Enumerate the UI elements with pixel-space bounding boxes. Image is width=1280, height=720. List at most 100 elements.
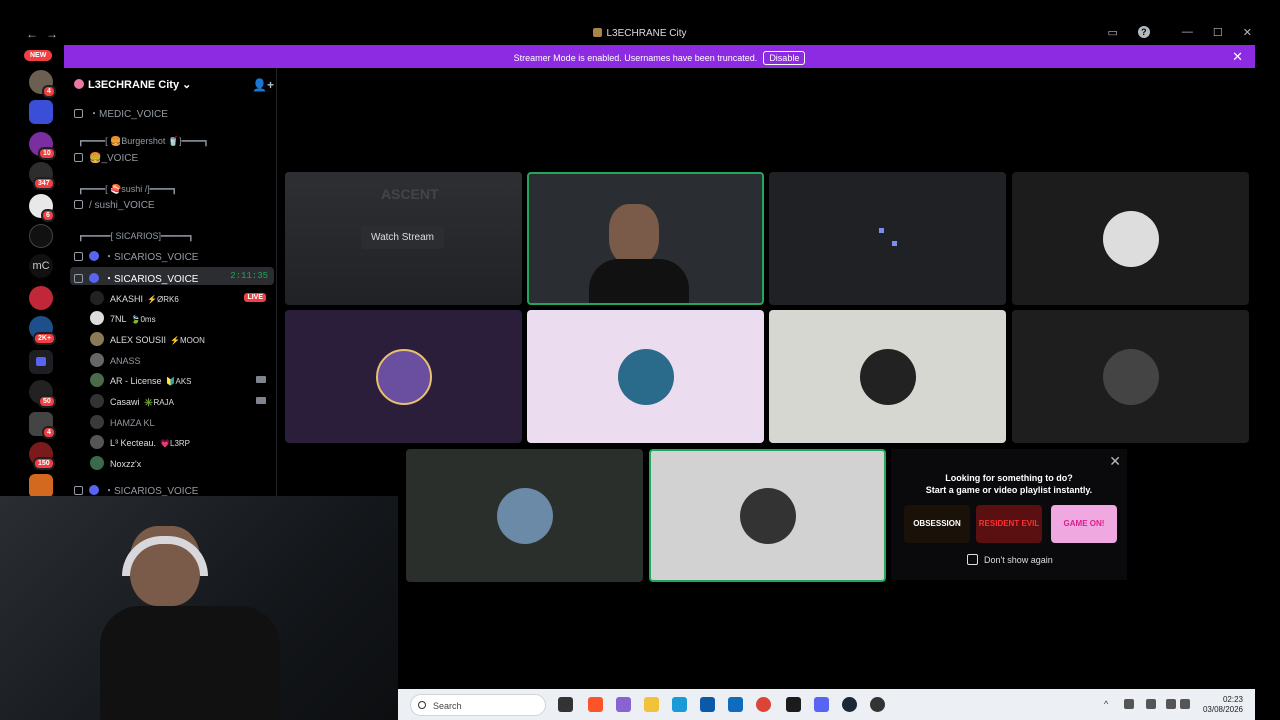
app-icon[interactable] [786, 697, 801, 712]
maximize-button[interactable]: ☐ [1213, 26, 1223, 39]
voice-channel-active[interactable]: ・SICARIOS_VOICE 2:11:35 [70, 267, 274, 285]
server-badge: 4 [42, 426, 56, 439]
activity-card[interactable]: OBSESSION [904, 505, 970, 543]
outlook-icon[interactable] [728, 697, 743, 712]
channel-category[interactable]: ┏━━━━━[ SICARIOS]━━━━━┓ [78, 231, 194, 242]
video-tile-loading[interactable] [769, 172, 1006, 305]
steam-icon[interactable] [842, 697, 857, 712]
help-icon[interactable]: ? [1137, 26, 1150, 38]
inbox-icon[interactable]: ▭ [1108, 26, 1118, 39]
user-tile-speaking[interactable] [649, 449, 886, 582]
member-tag: ⚡MOON [170, 336, 205, 345]
voice-channel[interactable]: / sushi_VOICE [74, 200, 274, 218]
server-icon [593, 28, 603, 37]
disable-streamer-mode-button[interactable]: Disable [763, 51, 806, 65]
task-view-icon[interactable] [558, 697, 573, 712]
live-badge: LIVE [244, 293, 266, 302]
discord-icon[interactable] [814, 697, 829, 712]
watch-stream-button[interactable]: Watch Stream [361, 226, 444, 249]
lock-icon [74, 200, 83, 209]
voice-member[interactable]: AKASHI ⚡ØRK6 LIVE [90, 291, 270, 309]
voice-member[interactable]: Noxzz'x [90, 456, 270, 474]
avatar [90, 311, 104, 325]
minimize-button[interactable]: — [1182, 26, 1193, 39]
voice-member[interactable]: ANASS [90, 353, 270, 371]
server-badge: 10 [38, 147, 56, 160]
checkbox[interactable] [967, 554, 978, 565]
member-name: AR - License [110, 376, 162, 386]
streamer-mode-banner: Streamer Mode is enabled. Usernames have… [64, 45, 1255, 68]
user-tile[interactable] [527, 310, 764, 443]
wifi-icon[interactable] [1166, 699, 1176, 709]
user-tile[interactable] [285, 310, 522, 443]
network-icon[interactable] [1124, 699, 1134, 709]
invite-icon[interactable]: 👤+ [252, 78, 274, 92]
close-window-button[interactable]: ✕ [1243, 26, 1252, 39]
loading-icon [892, 241, 897, 246]
server-icon-6[interactable] [29, 224, 53, 248]
chrome-icon[interactable] [756, 697, 771, 712]
file-explorer-icon[interactable] [644, 697, 659, 712]
channel-name: 🍔_VOICE [89, 153, 139, 164]
channel-category[interactable]: ┏━━━━[ 🍔Burgershot 🥤]━━━━┓ [78, 136, 209, 147]
server-icon-2[interactable] [29, 100, 53, 124]
avatar [90, 332, 104, 346]
voice-icon [89, 251, 99, 261]
channel-category[interactable]: ┏━━━━[ 🍣sushi /]━━━━┓ [78, 184, 177, 195]
server-badge: 2K+ [33, 332, 57, 345]
guild-icon [74, 79, 84, 89]
stream-tile[interactable]: ASCENT Watch Stream [285, 172, 522, 305]
guild-header[interactable]: L3ECHRANE City ⌄ 👤+ [74, 78, 274, 96]
voice-icon [89, 485, 99, 495]
server-icon-8[interactable] [29, 286, 53, 310]
activity-card[interactable]: GAME ON! [1051, 505, 1117, 543]
user-tile[interactable] [1012, 172, 1249, 305]
volume-icon[interactable] [1180, 699, 1190, 709]
avatar [1102, 348, 1159, 405]
voice-icon [89, 273, 99, 283]
activity-card[interactable]: RESIDENT EVIL [976, 505, 1042, 543]
voice-member[interactable]: 7NL 🍃0ms [90, 311, 270, 329]
voice-member[interactable]: Casawi ✳️RAJA [90, 394, 270, 412]
clock[interactable]: 02:23 03/08/2026 [1203, 695, 1243, 715]
voice-channel[interactable]: ・SICARIOS_VOICE [74, 248, 274, 266]
server-badge: 150 [33, 457, 55, 470]
store-icon[interactable] [700, 697, 715, 712]
app-icon[interactable] [870, 697, 885, 712]
folder-icon[interactable] [29, 350, 53, 374]
taskbar: Search ^ 02:23 03/08/2026 [398, 689, 1255, 720]
channel-name: ・SICARIOS_VOICE [104, 252, 199, 263]
voice-member[interactable]: ALEX SOUSII ⚡MOON [90, 332, 270, 350]
close-icon[interactable]: ✕ [1109, 453, 1121, 470]
lock-icon [74, 252, 83, 261]
edge-icon[interactable] [672, 697, 687, 712]
avatar [90, 435, 104, 449]
voice-member[interactable]: L³ Kecteau. 💗L3RP [90, 435, 270, 453]
server-badge: 50 [38, 395, 56, 408]
user-tile[interactable] [1012, 310, 1249, 443]
avatar [617, 348, 674, 405]
brave-icon[interactable] [588, 697, 603, 712]
title-bar: ←→ L3ECHRANE City ▭ ? — ☐ ✕ [0, 24, 1280, 44]
avatar [90, 373, 104, 387]
server-icon-14[interactable] [29, 474, 53, 498]
search-box[interactable]: Search [410, 694, 546, 716]
copilot-icon[interactable] [616, 697, 631, 712]
activity-heading: Looking for something to do? [945, 473, 1073, 483]
chevron-up-icon[interactable]: ^ [1104, 699, 1114, 709]
voice-member[interactable]: HAMZA KL [90, 415, 270, 433]
server-icon-mc[interactable]: mC [29, 254, 53, 278]
user-tile[interactable] [769, 310, 1006, 443]
user-tile[interactable] [406, 449, 643, 582]
member-tag: 💗L3RP [160, 439, 191, 448]
loading-icon [879, 228, 884, 233]
channel-sidebar: L3ECHRANE City ⌄ 👤+ ・MEDIC_VOICE ┏━━━━[ 🍔… [64, 68, 277, 497]
close-banner-icon[interactable]: ✕ [1232, 49, 1243, 65]
video-tile-webcam[interactable] [527, 172, 764, 305]
voice-channel[interactable]: ・MEDIC_VOICE [74, 105, 274, 123]
mic-icon[interactable] [1146, 699, 1156, 709]
voice-member[interactable]: AR - License 🔰AKS [90, 373, 270, 391]
voice-channel[interactable]: 🍔_VOICE [74, 153, 274, 171]
dont-show-again[interactable]: Don't show again [967, 554, 1053, 565]
member-name: AKASHI [110, 294, 144, 304]
